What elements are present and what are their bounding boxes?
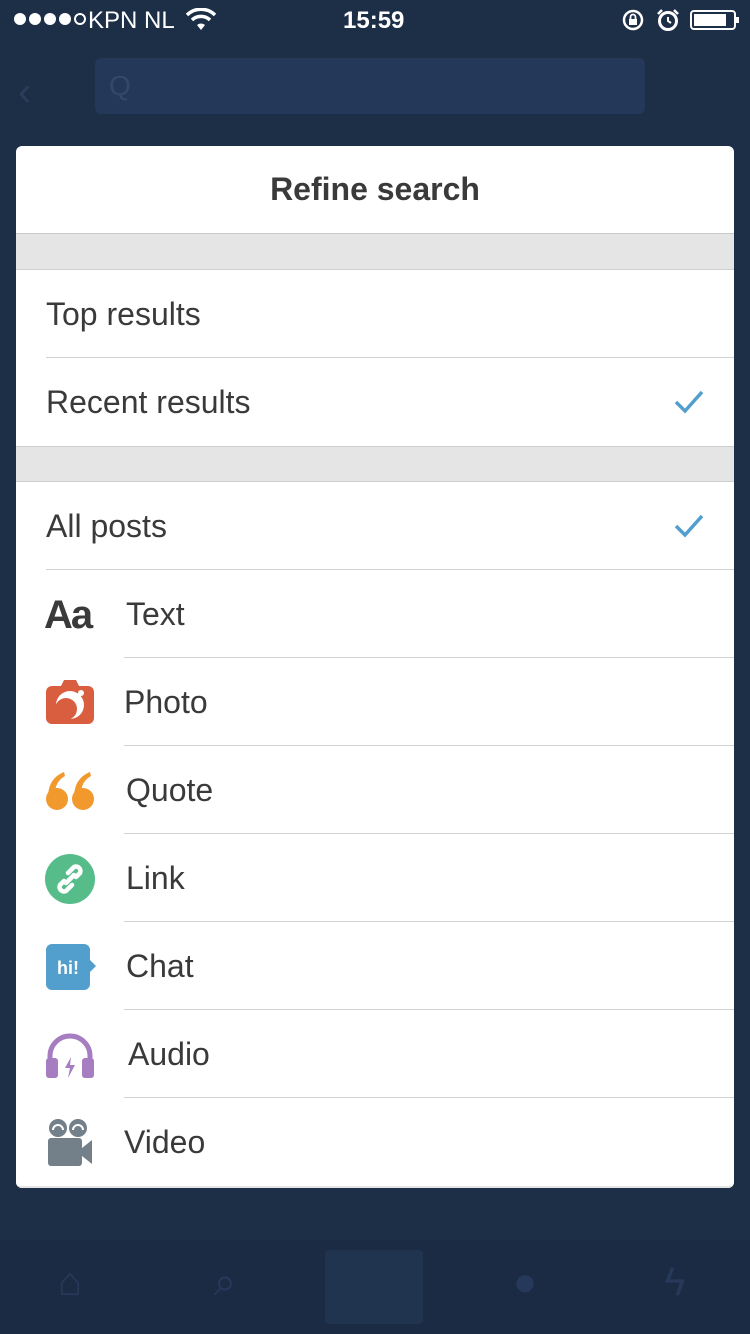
option-video[interactable]: Video [16, 1098, 734, 1186]
back-chevron-icon: ‹ [18, 70, 32, 114]
signal-strength-icon [14, 13, 86, 25]
activity-icon: ϟ [664, 1260, 686, 1304]
option-photo[interactable]: Photo [16, 658, 734, 746]
section-separator [16, 446, 734, 482]
camera-icon [46, 680, 94, 724]
status-bar: KPN NL 15:59 [0, 0, 750, 40]
option-quote[interactable]: Quote [16, 746, 734, 834]
option-top-results[interactable]: Top results [16, 270, 734, 358]
wifi-icon [186, 8, 216, 30]
link-icon [45, 854, 95, 904]
quote-icon [46, 772, 94, 810]
carrier-name: KPN NL [88, 7, 175, 34]
option-label: Text [126, 595, 185, 632]
option-label: Recent results [46, 383, 251, 420]
background-nav-bar: ‹ Q [0, 40, 750, 130]
option-audio[interactable]: Audio [16, 1010, 734, 1098]
option-recent-results[interactable]: Recent results [16, 358, 734, 446]
option-label: Audio [128, 1035, 210, 1072]
option-all-posts[interactable]: All posts [16, 482, 734, 570]
account-icon: ● [512, 1260, 538, 1304]
text-aa-icon: Aa [44, 593, 93, 637]
checkmark-icon [674, 390, 704, 414]
alarm-icon [657, 9, 679, 31]
refine-search-modal: Refine search Top results Recent results… [16, 146, 734, 1188]
option-label: Video [124, 1123, 206, 1160]
video-camera-icon [48, 1119, 92, 1166]
option-label: Link [126, 859, 185, 896]
option-label: Top results [46, 295, 201, 332]
option-label: Quote [126, 771, 214, 808]
option-chat[interactable]: hi! Chat [16, 922, 734, 1010]
rotation-lock-icon [622, 9, 644, 31]
section-separator [16, 234, 734, 270]
search-icon: ⌕ [213, 1260, 237, 1304]
background-search-text: Q [109, 70, 131, 101]
option-label: All posts [46, 507, 167, 544]
option-label: Chat [126, 947, 194, 984]
status-time: 15:59 [343, 7, 405, 34]
option-text[interactable]: Aa Text [16, 570, 734, 658]
modal-bottom-edge [16, 1186, 734, 1188]
option-label: Photo [124, 683, 208, 720]
checkmark-icon [674, 514, 704, 538]
option-link[interactable]: Link [16, 834, 734, 922]
chat-bubble-icon: hi! [46, 944, 96, 990]
battery-icon [690, 10, 739, 30]
compose-icon [325, 1250, 423, 1324]
svg-text:hi!: hi! [57, 958, 79, 978]
modal-title: Refine search [16, 146, 734, 234]
background-search-field: Q [95, 58, 645, 114]
background-tab-bar: ⌂ ⌕ ● ϟ [0, 1240, 750, 1334]
headphones-icon [46, 1033, 94, 1078]
home-icon: ⌂ [57, 1260, 83, 1304]
